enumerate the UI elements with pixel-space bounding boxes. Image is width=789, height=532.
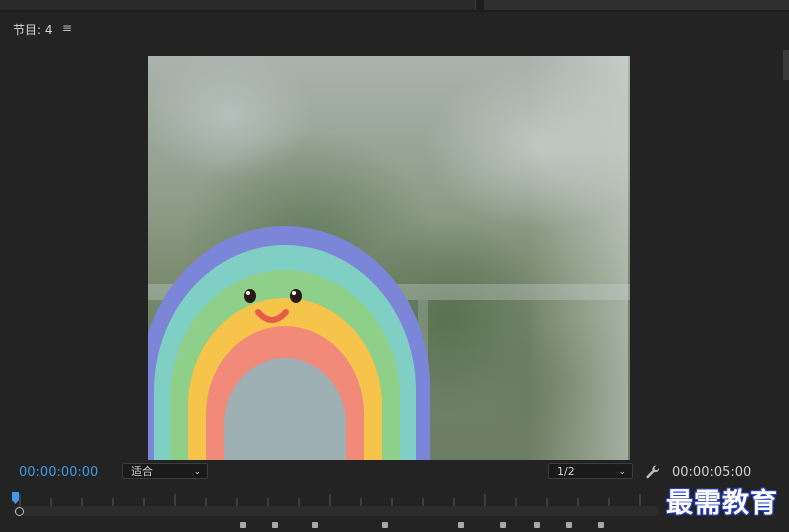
playback-resolution-select[interactable]: 1/2 ⌄ <box>548 463 633 479</box>
rainbow-sticker <box>148 226 430 460</box>
panel-title[interactable]: 节目: 4 <box>13 21 53 38</box>
go-to-in-button[interactable] <box>382 522 388 528</box>
transport-controls <box>230 522 630 532</box>
zoom-fit-select[interactable]: 适合 ⌄ <box>122 463 208 479</box>
wrench-icon[interactable] <box>644 463 662 481</box>
mark-in-button[interactable] <box>272 522 278 528</box>
zoom-fit-value: 适合 <box>131 465 153 478</box>
lift-button[interactable] <box>566 522 572 528</box>
chevron-down-icon: ⌄ <box>193 467 201 477</box>
chevron-down-icon: ⌄ <box>618 467 626 477</box>
program-video-frame[interactable] <box>148 56 630 460</box>
playhead-marker[interactable] <box>12 492 19 504</box>
panel-header: 节目: 4 ≡ <box>0 12 789 42</box>
panel-scrollbar[interactable] <box>783 50 789 80</box>
export-frame-button[interactable] <box>598 522 604 528</box>
secondary-panel-tab-area[interactable] <box>484 0 789 10</box>
mark-out-button[interactable] <box>312 522 318 528</box>
watermark-logo: 最需教育 <box>666 488 778 519</box>
top-panel-strip <box>0 0 789 12</box>
playback-resolution-value: 1/2 <box>557 465 575 478</box>
source-panel-tab-area[interactable] <box>0 0 476 10</box>
zoom-scroll-handle[interactable] <box>15 507 24 516</box>
play-button[interactable] <box>500 522 506 528</box>
playhead-timecode[interactable]: 00:00:00:00 <box>19 465 98 480</box>
panel-menu-icon[interactable]: ≡ <box>62 21 72 35</box>
sequence-duration: 00:00:05:00 <box>672 465 752 480</box>
add-marker-button[interactable] <box>240 522 246 528</box>
step-back-button[interactable] <box>458 522 464 528</box>
zoom-scroll-bar[interactable] <box>14 506 659 516</box>
rainbow-arches <box>148 226 430 460</box>
step-forward-button[interactable] <box>534 522 540 528</box>
